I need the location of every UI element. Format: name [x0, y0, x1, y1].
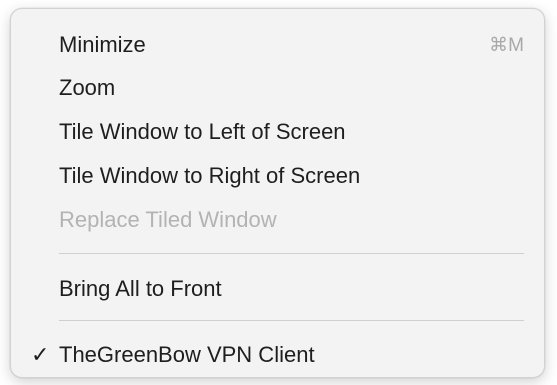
window-menu: Minimize ⌘M Zoom Tile Window to Left of … [10, 8, 545, 378]
menu-item-label: Minimize [59, 32, 146, 57]
menu-separator [59, 320, 524, 321]
menu-item-thegreenbow-vpn-client[interactable]: ✓ TheGreenBow VPN Client [11, 335, 544, 375]
checkmark-icon: ✓ [31, 342, 50, 367]
menu-item-tile-left[interactable]: Tile Window to Left of Screen [11, 112, 544, 152]
keyboard-shortcut: ⌘M [489, 34, 524, 56]
menu-item-bring-all-to-front[interactable]: Bring All to Front [11, 269, 544, 309]
menu-item-label: Replace Tiled Window [59, 207, 277, 232]
menu-item-label: Bring All to Front [59, 276, 222, 301]
menu-item-label: Tile Window to Right of Screen [59, 163, 361, 188]
menu-separator [59, 253, 524, 254]
menu-item-label: Tile Window to Left of Screen [59, 119, 346, 144]
menu-item-label: TheGreenBow VPN Client [59, 342, 315, 367]
menu-item-zoom[interactable]: Zoom [11, 68, 544, 108]
menu-item-minimize[interactable]: Minimize ⌘M [11, 25, 544, 65]
menu-item-tile-right[interactable]: Tile Window to Right of Screen [11, 156, 544, 196]
menu-item-label: Zoom [59, 75, 116, 100]
menu-item-replace-tiled-window: Replace Tiled Window [11, 200, 544, 240]
